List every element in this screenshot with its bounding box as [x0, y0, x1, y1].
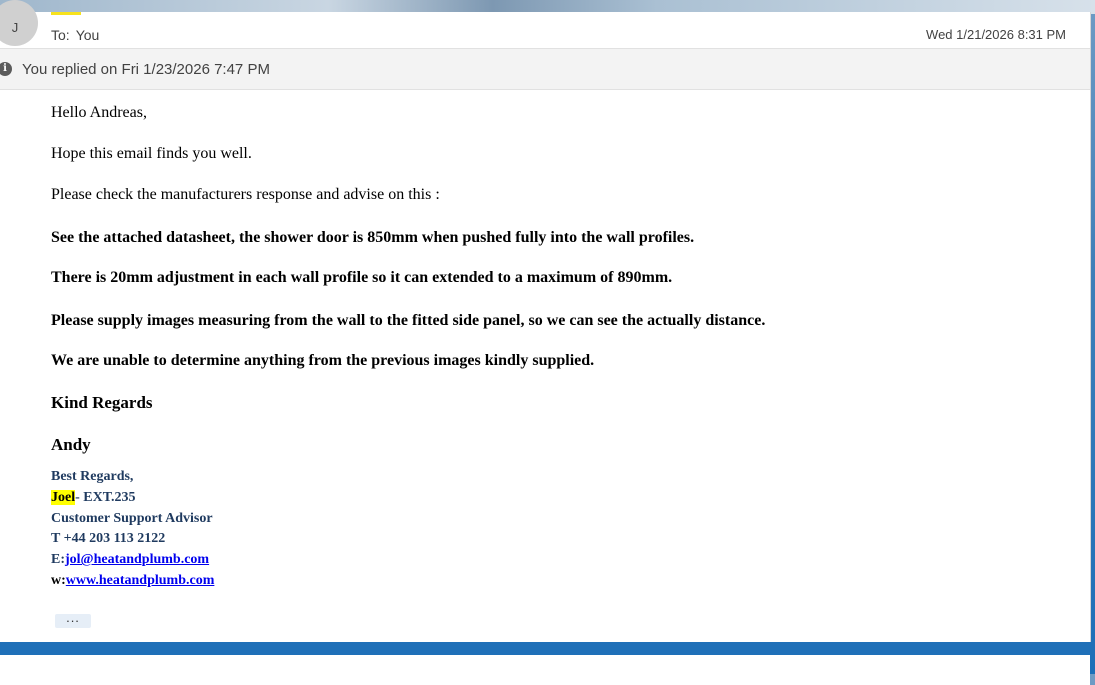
to-label: To:: [51, 27, 70, 43]
sig-web-link[interactable]: www.heatandplumb.com: [66, 573, 215, 588]
sender-name: Andy: [51, 435, 91, 454]
info-icon: i: [0, 62, 12, 76]
body-bold-line: Please supply images measuring from the …: [51, 312, 766, 329]
body-bold-line: There is 20mm adjustment in each wall pr…: [51, 269, 673, 286]
greeting: Hello Andreas,: [51, 104, 147, 121]
sig-web-line: w:www.heatandplumb.com: [51, 571, 214, 592]
sig-phone: T +44 203 113 2122: [51, 531, 166, 547]
next-message-card[interactable]: [0, 655, 1090, 685]
sig-role: Customer Support Advisor: [51, 510, 213, 526]
sig-ext: - EXT.235: [75, 489, 136, 505]
sig-web-prefix: w:: [51, 572, 66, 588]
sig-name-highlight: Joel: [51, 489, 76, 505]
sig-regards: Best Regards,: [51, 469, 134, 484]
signature-block: Best Regards, Joel- EXT.235 Customer Sup…: [51, 467, 214, 592]
reply-info-bar[interactable]: i You replied on Fri 1/23/2026 7:47 PM: [0, 48, 1090, 90]
sig-name-line: Joel- EXT.235: [51, 488, 214, 509]
body-bold-line: See the attached datasheet, the shower d…: [51, 229, 695, 246]
body-line: Hope this email finds you well.: [51, 145, 252, 162]
recipient-line: To: You: [51, 27, 99, 43]
reply-info-text: You replied on Fri 1/23/2026 7:47 PM: [22, 61, 270, 78]
sender-highlight: [51, 12, 81, 15]
sig-email-link[interactable]: jol@heatandplumb.com: [65, 552, 209, 567]
body-bold-line: We are unable to determine anything from…: [51, 352, 595, 369]
avatar[interactable]: J: [0, 0, 38, 46]
sig-email-line: E:jol@heatandplumb.com: [51, 550, 214, 571]
sent-date: Wed 1/21/2026 8:31 PM: [926, 27, 1066, 42]
closing: Kind Regards: [51, 393, 153, 412]
show-more-button[interactable]: ...: [55, 611, 91, 628]
recipient-name[interactable]: You: [76, 27, 100, 43]
sig-email-prefix: E:: [51, 552, 65, 568]
body-line: Please check the manufacturers response …: [51, 186, 440, 203]
